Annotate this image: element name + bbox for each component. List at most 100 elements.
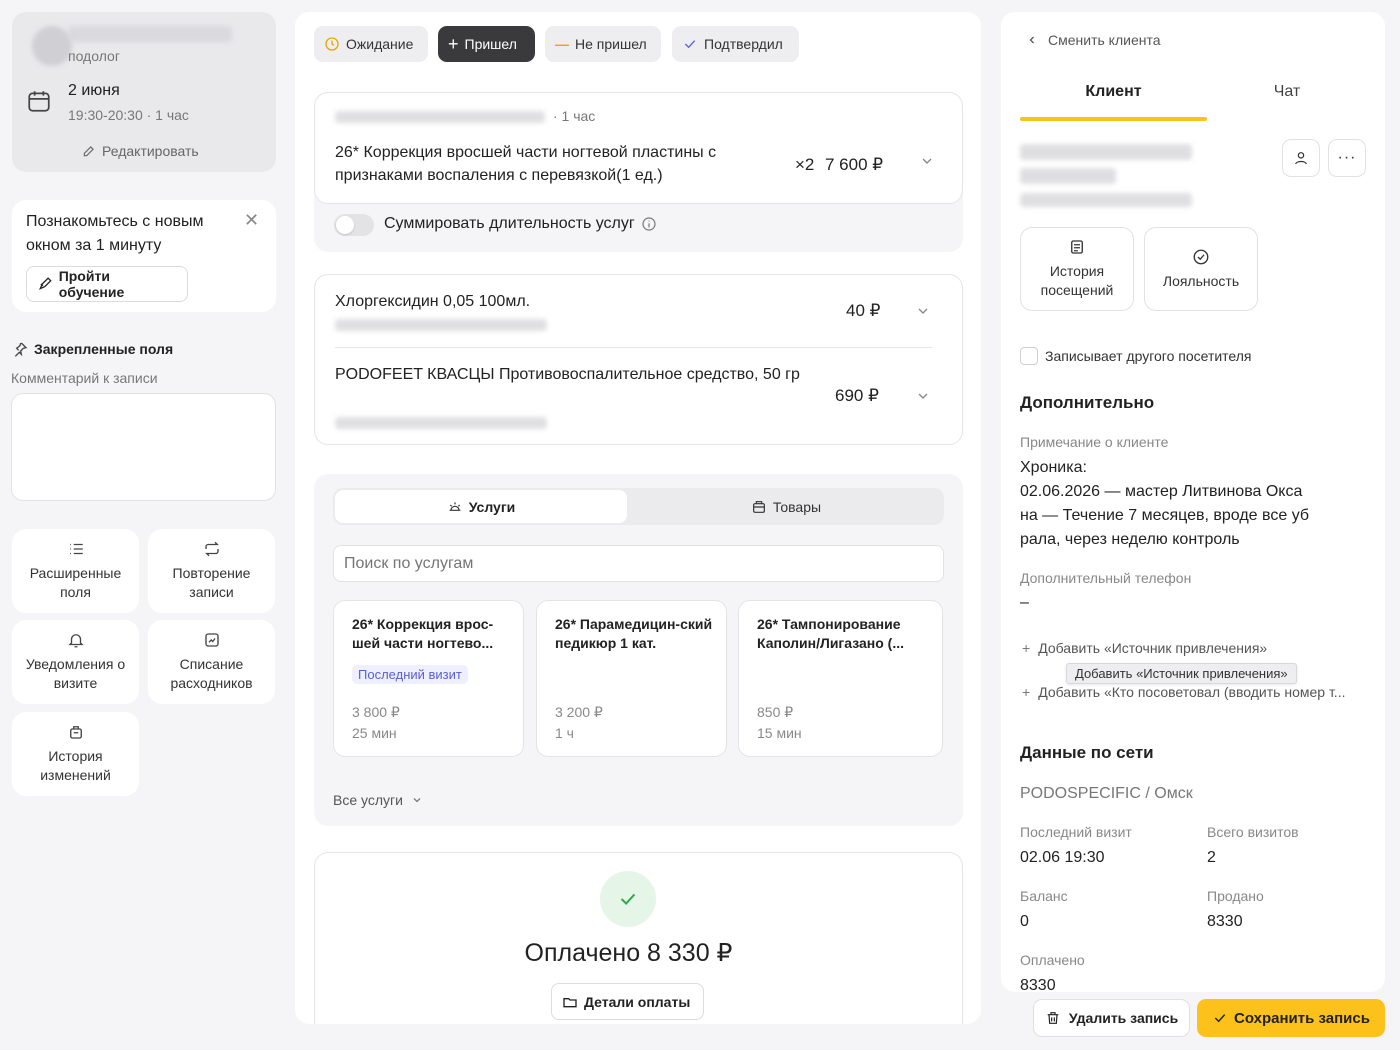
- tab-chat[interactable]: Чат: [1207, 83, 1367, 101]
- dash-icon: —: [555, 36, 569, 52]
- service-search-input[interactable]: [333, 545, 944, 582]
- total-visits-value: 2: [1207, 849, 1216, 866]
- client-surname-redacted: [1020, 168, 1116, 184]
- plus-icon: +: [1022, 640, 1031, 656]
- status-came-button[interactable]: + Пришел: [438, 26, 535, 62]
- chevron-down-icon: [413, 798, 421, 803]
- client-note[interactable]: Хроника: 02.06.2026 — мастер Литвинова О…: [1020, 456, 1370, 552]
- status-confirmed-button[interactable]: Подтвердил: [672, 26, 799, 62]
- comment-textarea[interactable]: [11, 393, 276, 501]
- tile-label: История изменений: [40, 748, 111, 783]
- chevron-down-icon[interactable]: [915, 388, 931, 409]
- tile-label: Уведомления о визите: [25, 656, 126, 691]
- chevron-down-icon[interactable]: [919, 153, 935, 174]
- pin-icon: [14, 342, 28, 357]
- goods-item-price: 690 ₽: [835, 386, 879, 405]
- service-card[interactable]: 26* Коррекция врос-шей части ногтево... …: [333, 600, 524, 757]
- add-source-tooltip: Добавить «Источник привлечения»: [1066, 663, 1297, 684]
- info-icon[interactable]: [641, 216, 657, 232]
- sum-duration-toggle[interactable]: [334, 214, 374, 236]
- tile-loyalty[interactable]: Лояльность: [1144, 227, 1258, 311]
- service-card[interactable]: 26* Тампонирование Каполин/Лигазано (...…: [738, 600, 943, 757]
- tile-repeat-appointment[interactable]: Повторение записи: [148, 529, 275, 613]
- tab-goods[interactable]: Товары: [630, 490, 942, 523]
- client-phone-redacted: [1020, 193, 1192, 207]
- close-icon[interactable]: ✕: [244, 210, 259, 231]
- extra-phone-value[interactable]: –: [1020, 594, 1029, 612]
- all-services-label: Все услуги: [333, 792, 403, 808]
- start-tutorial-button[interactable]: Пройти обучение: [26, 266, 188, 302]
- rocket-icon: [39, 277, 52, 290]
- specialist-name-redacted: [68, 26, 232, 42]
- services-icon: [449, 501, 461, 511]
- edit-appointment-button[interactable]: Редактировать: [82, 143, 199, 159]
- tab-goods-label: Товары: [772, 498, 822, 515]
- last-visit-badge: Последний визит: [352, 665, 468, 684]
- repeat-icon: [204, 541, 219, 557]
- paid-value: 8330: [1020, 977, 1056, 994]
- add-source-link[interactable]: + Добавить «Источник привлечения»: [1022, 640, 1267, 656]
- tile-notifications[interactable]: Уведомления о визите: [12, 620, 139, 704]
- sold-label: Продано: [1207, 888, 1264, 904]
- tile-label: Повторение записи: [172, 565, 251, 600]
- change-client-label: Сменить клиента: [1048, 32, 1161, 48]
- network-title: Данные по сети: [1020, 743, 1154, 762]
- chevron-down-icon[interactable]: [915, 303, 931, 324]
- client-note-line: рала, через неделю контроль: [1020, 531, 1240, 548]
- tab-services-label: Услуги: [468, 498, 516, 515]
- tile-label: Списание расходников: [170, 656, 253, 691]
- divider: [335, 347, 932, 348]
- client-profile-button[interactable]: [1282, 139, 1320, 177]
- goods-item-name: PODOFEET КВАСЦЫ Противовоспалительное ср…: [335, 366, 800, 383]
- service-card-name: 26* Парамедицин-ский педикюр 1 кат.: [555, 616, 713, 651]
- status-not-came-button[interactable]: — Не пришел: [545, 26, 661, 62]
- tile-change-history[interactable]: История изменений: [12, 712, 139, 796]
- tab-active-indicator: [1020, 117, 1207, 121]
- user-icon: [1295, 152, 1307, 165]
- list-icon: [69, 543, 83, 555]
- pinned-fields-title: Закрепленные поля: [34, 341, 174, 357]
- bell-icon: [67, 634, 84, 648]
- status-not-came-label: Не пришел: [575, 36, 647, 52]
- service-card[interactable]: 26* Парамедицин-ский педикюр 1 кат. 3 20…: [536, 600, 727, 757]
- tab-services[interactable]: Услуги: [335, 490, 627, 523]
- main-service-box[interactable]: · 1 час 26* Коррекция вросшей части ногт…: [314, 92, 963, 204]
- tab-client[interactable]: Клиент: [1020, 83, 1207, 101]
- more-options-button[interactable]: ···: [1328, 139, 1366, 177]
- save-appointment-button[interactable]: Сохранить запись: [1197, 999, 1385, 1037]
- specialist-role: подолог: [68, 48, 120, 64]
- paid-label: Оплачено: [1020, 952, 1085, 968]
- payment-details-label: Детали оплаты: [584, 993, 691, 1010]
- trash-icon: [1047, 1012, 1059, 1024]
- change-client-button[interactable]: Сменить клиента: [1026, 32, 1161, 48]
- delete-appointment-button[interactable]: Удалить запись: [1033, 999, 1190, 1037]
- status-waiting-button[interactable]: Ожидание: [314, 26, 428, 62]
- tile-visit-history[interactable]: История посещений: [1020, 227, 1134, 311]
- appointment-date: 2 июня: [68, 82, 120, 99]
- more-icon: ···: [1337, 149, 1357, 166]
- last-visit-value: 02.06 19:30: [1020, 849, 1105, 866]
- service-card-duration: 1 ч: [555, 725, 574, 741]
- payment-title: Оплачено 8 330 ₽: [524, 939, 733, 967]
- badge-check-icon: [1193, 249, 1209, 264]
- box-icon: [752, 500, 765, 513]
- goods-item-name: Хлоргексидин 0,05 100мл.: [335, 293, 531, 310]
- tile-visit-history-label: История посещений: [1040, 263, 1114, 298]
- start-tutorial-label: Пройти обучение: [58, 268, 125, 300]
- plus-icon: +: [1022, 684, 1031, 700]
- comment-label: Комментарий к записи: [11, 370, 158, 386]
- service-quantity: ×2: [795, 155, 815, 174]
- sum-duration-row: Суммировать длительность услуг: [384, 215, 657, 233]
- pencil-icon: [83, 146, 94, 157]
- service-duration: · 1 час: [553, 108, 596, 124]
- folder-icon: [563, 997, 577, 1007]
- payment-details-button[interactable]: Детали оплаты: [551, 983, 704, 1020]
- add-referrer-link[interactable]: + Добавить «Кто посоветовал (вводить ном…: [1022, 684, 1377, 700]
- master-name-redacted: [335, 111, 545, 123]
- chevron-left-icon: [1029, 36, 1034, 44]
- tile-writeoff[interactable]: Списание расходников: [148, 620, 275, 704]
- all-services-dropdown[interactable]: Все услуги: [333, 792, 423, 808]
- tile-extended-fields[interactable]: Расширенные поля: [12, 529, 139, 613]
- goods-item-price: 40 ₽: [846, 301, 881, 320]
- other-visitor-checkbox[interactable]: [1020, 347, 1038, 365]
